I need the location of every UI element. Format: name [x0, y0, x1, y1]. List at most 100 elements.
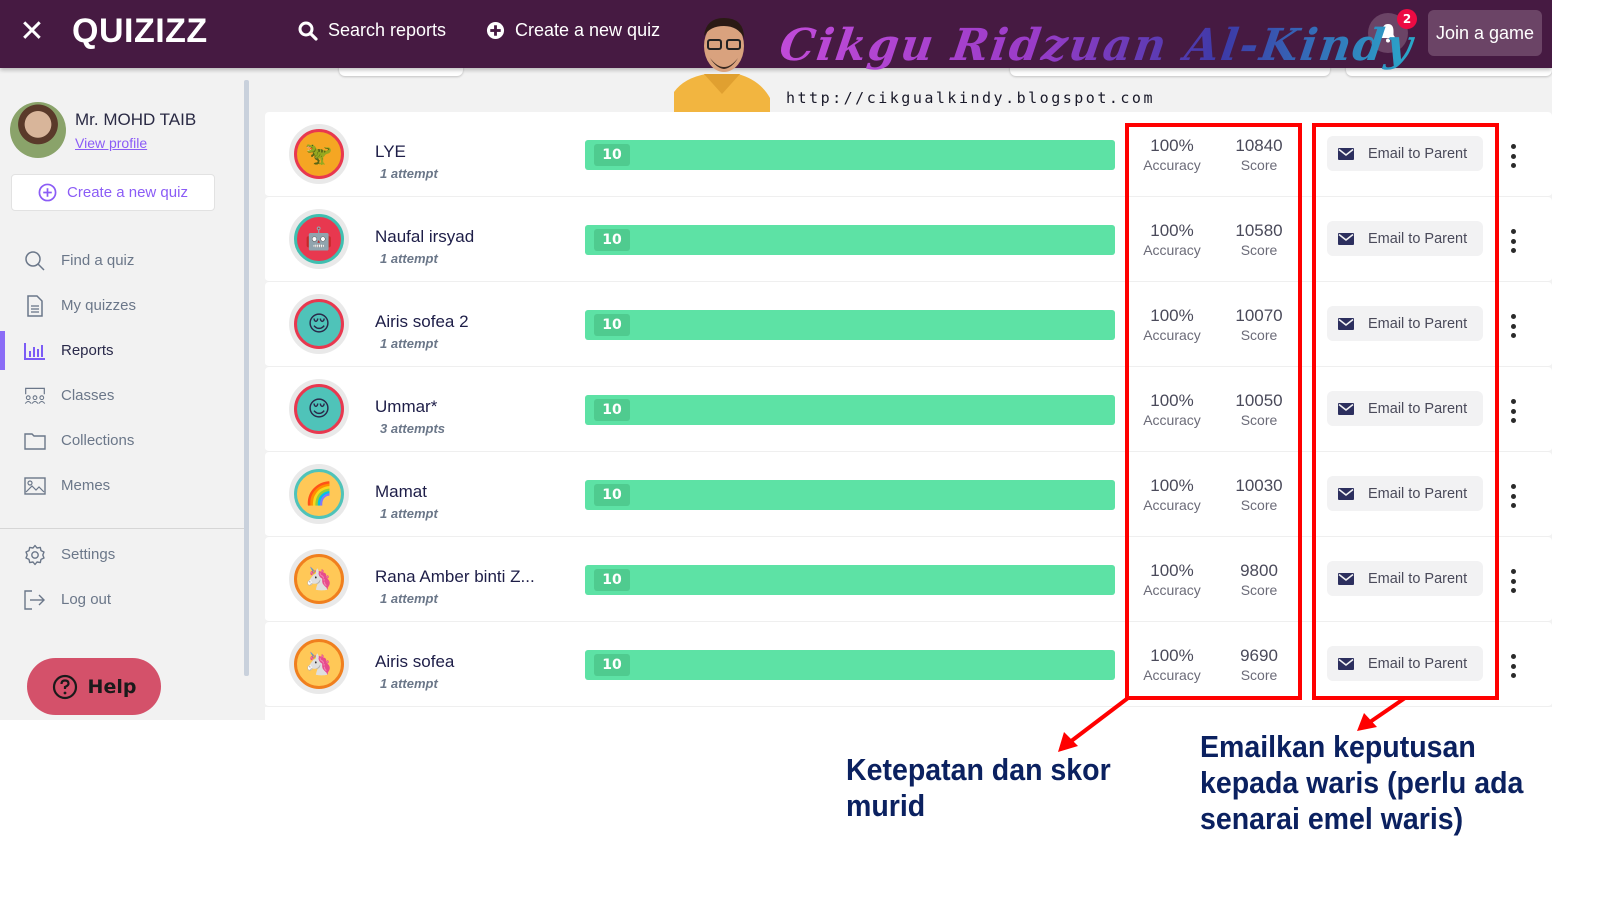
avatar-unicorn-icon: 🦄 [294, 639, 344, 689]
create-quiz-top-label: Create a new quiz [515, 20, 661, 40]
gear-icon [24, 544, 46, 566]
student-name[interactable]: LYE [375, 142, 406, 162]
sidebar-item-label: Memes [61, 477, 111, 494]
student-avatar: 🌈 [289, 464, 349, 524]
help-label: Help [87, 675, 137, 698]
progress-bar-fill [585, 225, 1115, 255]
profile-avatar[interactable] [10, 102, 66, 158]
progress-bar-fill [585, 480, 1115, 510]
progress-bar-fill [585, 310, 1115, 340]
student-avatar: 🦖 [289, 124, 349, 184]
blog-title-watermark: Cikgu Ridzuan Al-Kindy [776, 20, 1418, 71]
student-name[interactable]: Mamat [375, 482, 427, 502]
plus-circle-icon [486, 21, 505, 40]
create-quiz-button[interactable]: Create a new quiz [11, 174, 215, 211]
image-icon [24, 475, 46, 497]
sidebar-item-label: Collections [61, 432, 135, 449]
progress-bar-fill [585, 650, 1115, 680]
student-avatar: 🤖 [289, 209, 349, 269]
attempt-count: 1 attempt [380, 506, 438, 521]
close-icon[interactable]: ✕ [18, 17, 46, 47]
progress-bar: 10 [585, 140, 1115, 170]
sidebar-item-label: My quizzes [61, 297, 137, 314]
attempt-count: 1 attempt [380, 676, 438, 691]
attempt-count: 1 attempt [380, 336, 438, 351]
student-name[interactable]: Airis sofea 2 [375, 312, 469, 332]
sidebar-item-label: Settings [61, 546, 116, 563]
correct-count-badge: 10 [594, 399, 630, 421]
logout-icon [24, 589, 46, 611]
progress-bar-fill [585, 395, 1115, 425]
sidebar-item-memes[interactable]: Memes [0, 463, 246, 508]
student-name[interactable]: Ummar* [375, 397, 437, 417]
progress-bar-fill [585, 140, 1115, 170]
student-avatar: 😌 [289, 294, 349, 354]
sidebar-item-label: Classes [61, 387, 115, 404]
more-options-icon[interactable] [1503, 399, 1523, 423]
more-options-icon[interactable] [1503, 569, 1523, 593]
progress-bar: 10 [585, 650, 1115, 680]
email-parent-highlight [1312, 123, 1499, 700]
view-profile-link[interactable]: View profile [75, 135, 147, 151]
student-row-partial [265, 707, 1552, 720]
more-options-icon[interactable] [1503, 654, 1523, 678]
search-reports-label: Search reports [328, 20, 447, 40]
student-avatar: 🦄 [289, 634, 349, 694]
search-icon [24, 250, 46, 272]
quizizz-logo[interactable]: QUIZIZZ [72, 12, 208, 51]
sidebar-item-classes[interactable]: Classes [0, 373, 246, 418]
progress-bar: 10 [585, 310, 1115, 340]
more-options-icon[interactable] [1503, 229, 1523, 253]
progress-bar: 10 [585, 480, 1115, 510]
avatar-rainbow-icon: 🌈 [294, 469, 344, 519]
student-name[interactable]: Airis sofea [375, 652, 454, 672]
more-options-icon[interactable] [1503, 484, 1523, 508]
sidebar-item-my-quizzes[interactable]: My quizzes [0, 283, 246, 328]
bar-chart-icon [24, 340, 46, 362]
student-avatar: 😌 [289, 379, 349, 439]
correct-count-badge: 10 [594, 654, 630, 676]
blogger-photo [674, 18, 770, 112]
sidebar-item-logout[interactable]: Log out [0, 577, 246, 622]
avatar-unicorn-icon: 🦄 [294, 554, 344, 604]
progress-bar-fill [585, 565, 1115, 595]
progress-bar: 10 [585, 395, 1115, 425]
plus-circle-icon [38, 183, 57, 202]
classes-icon [24, 385, 46, 407]
accuracy-score-highlight [1125, 123, 1302, 700]
search-reports-button[interactable]: Search reports [298, 20, 446, 41]
sidebar-item-find-quiz[interactable]: Find a quiz [0, 238, 246, 283]
sidebar-nav: Find a quiz My quizzes Reports Classes C… [0, 238, 246, 508]
question-circle-icon [52, 674, 77, 699]
progress-bar: 10 [585, 565, 1115, 595]
avatar-robot-icon: 🤖 [294, 214, 344, 264]
help-button[interactable]: Help [27, 658, 161, 715]
correct-count-badge: 10 [594, 314, 630, 336]
avatar-ninja-icon: 😌 [294, 299, 344, 349]
progress-bar: 10 [585, 225, 1115, 255]
sidebar-item-label: Find a quiz [61, 252, 135, 269]
more-options-icon[interactable] [1503, 314, 1523, 338]
email-parent-note: Emailkan keputusan kepada waris (perlu a… [1200, 729, 1524, 836]
correct-count-badge: 10 [594, 144, 630, 166]
student-name[interactable]: Rana Amber binti Z... [375, 567, 535, 587]
avatar-ninja-icon: 😌 [294, 384, 344, 434]
sidebar-item-collections[interactable]: Collections [0, 418, 246, 463]
sidebar-item-settings[interactable]: Settings [0, 532, 246, 577]
more-options-icon[interactable] [1503, 144, 1523, 168]
sidebar-scrollbar[interactable] [244, 80, 249, 676]
accuracy-score-note: Ketepatan dan skor murid [846, 752, 1111, 823]
attempt-count: 3 attempts [380, 421, 446, 436]
student-name[interactable]: Naufal irsyad [375, 227, 474, 247]
create-quiz-top-button[interactable]: Create a new quiz [486, 20, 660, 41]
profile-name: Mr. MOHD TAIB [75, 110, 197, 129]
student-avatar: 🦄 [289, 549, 349, 609]
folder-icon [24, 430, 46, 452]
sidebar-secondary-nav: Settings Log out [0, 532, 246, 622]
join-game-button[interactable]: Join a game [1428, 10, 1542, 56]
avatar-dino-icon: 🦖 [294, 129, 344, 179]
sidebar: Mr. MOHD TAIB View profile Create a new … [0, 68, 246, 720]
sidebar-item-reports[interactable]: Reports [0, 328, 246, 373]
attempt-count: 1 attempt [380, 251, 438, 266]
correct-count-badge: 10 [594, 569, 630, 591]
